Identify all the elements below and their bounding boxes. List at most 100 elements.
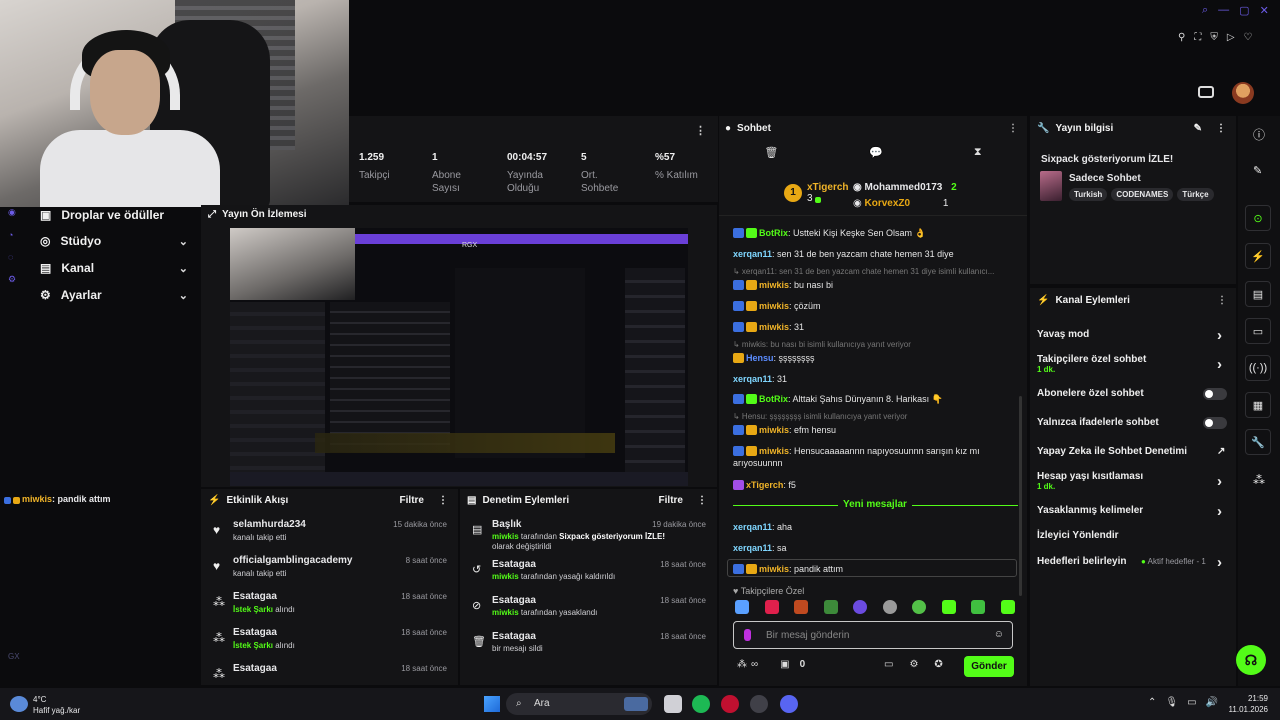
avatar[interactable]: [1232, 82, 1254, 104]
start-icon[interactable]: [484, 696, 500, 712]
chat-username[interactable]: miwkis: [759, 280, 789, 290]
rail-mod-icon[interactable]: ⊙: [1245, 205, 1271, 231]
rail-bolt-icon[interactable]: ⚡: [1245, 243, 1271, 269]
nav-settings[interactable]: ⚙ Ayarlar ⌄: [40, 288, 188, 302]
chat-message[interactable]: xerqan11: 31: [733, 373, 1018, 385]
rail-more-icon[interactable]: ⁂: [1253, 473, 1265, 487]
channel-action-item[interactable]: Yavaş mod ›: [1037, 327, 1227, 344]
activity-item[interactable]: ⁂ Esatagaa 18 saat önce: [201, 663, 458, 685]
chevron-up-icon[interactable]: ⌃: [1148, 697, 1156, 708]
channel-action-item[interactable]: Abonelere özel sohbet: [1037, 388, 1227, 400]
search-icon[interactable]: ⌕: [1202, 4, 1208, 17]
chat-username[interactable]: BotRix: [759, 228, 788, 238]
activity-menu-icon[interactable]: ⋮: [438, 495, 448, 506]
chat-message[interactable]: xerqan11: aha: [733, 521, 1018, 533]
category-thumbnail[interactable]: [1040, 171, 1062, 201]
channel-action-item[interactable]: Hesap yaşı kısıtlaması 1 dk. ›: [1037, 471, 1227, 491]
stats-menu-icon[interactable]: ⋮: [695, 124, 706, 137]
chat-scrollbar[interactable]: [1019, 396, 1022, 596]
chat-username[interactable]: BotRix: [759, 394, 788, 404]
chat-message[interactable]: BotRix: Ustteki Kişi Keşke Sen Olsam 👌: [733, 227, 1018, 239]
emote-icon[interactable]: [971, 600, 986, 614]
badge-icon[interactable]: ✪: [934, 659, 942, 670]
chat-username[interactable]: miwkis: [759, 301, 789, 311]
rail-icon[interactable]: ⚙: [8, 274, 16, 285]
kick-points-icon[interactable]: ⁂: [737, 659, 747, 670]
chat-username[interactable]: xerqan11: [733, 522, 772, 532]
chat-message[interactable]: miwkis: çözüm: [733, 300, 1018, 312]
chat-message[interactable]: xTigerch: f5: [733, 479, 1018, 491]
activity-item[interactable]: ⁂ Esatagaa 18 saat önce İstek Şarkı alındı: [201, 627, 458, 661]
rail-wrench-icon[interactable]: 🔧: [1245, 429, 1271, 455]
activity-item[interactable]: ♥ selamhurda234 15 dakika önce kanalı takip…: [201, 519, 458, 553]
emote-icon[interactable]: [764, 600, 779, 614]
emote-icon[interactable]: [794, 600, 809, 614]
toggle-switch[interactable]: [1203, 388, 1227, 400]
chat-menu-icon[interactable]: ⋮: [1008, 123, 1018, 134]
channel-action-item[interactable]: Hedefleri belirleyin ● Aktif hedefler - 1…: [1037, 554, 1227, 571]
tag-chip[interactable]: Turkish: [1069, 188, 1108, 201]
discord-icon[interactable]: [780, 695, 798, 713]
emote-icon[interactable]: [823, 600, 838, 614]
activity-filter-button[interactable]: Filtre: [400, 495, 424, 506]
message-icon[interactable]: 💬: [869, 146, 883, 168]
clock[interactable]: 21:59 11.01.2026: [1226, 693, 1268, 715]
chat-username[interactable]: miwkis: [759, 425, 789, 435]
moderation-item[interactable]: 🗑 Esatagaa 18 saat önce bir mesajı sildi: [460, 631, 717, 665]
moderation-item[interactable]: ⊘ Esatagaa 18 saat önce miwkis tarafından y…: [460, 595, 717, 629]
maximize-icon[interactable]: ▢: [1239, 4, 1249, 17]
shield-icon[interactable]: ⛨: [1210, 32, 1218, 43]
emote-icon[interactable]: [941, 600, 956, 614]
chat-message[interactable]: Hensu: şşşşşşşş: [733, 352, 1018, 364]
weather[interactable]: 4°C Hafif yağ./kar: [33, 694, 80, 716]
mod-mode-icon[interactable]: [1198, 86, 1214, 98]
hourglass-icon[interactable]: ⧗: [974, 146, 982, 168]
chat-message[interactable]: miwkis: bu nası bi: [733, 279, 1018, 291]
chat-input[interactable]: Bir mesaj gönderin ☺: [733, 621, 1013, 649]
moderation-item[interactable]: ▤ Başlık 19 dakika önce miwkis tarafından S…: [460, 519, 717, 553]
network-icon[interactable]: ▭: [1187, 697, 1196, 708]
chat-username[interactable]: miwkis: [759, 446, 789, 456]
moderation-filter-button[interactable]: Filtre: [659, 495, 683, 506]
toggle-switch[interactable]: [1203, 417, 1227, 429]
rail-icon[interactable]: ◉: [8, 207, 16, 218]
moderation-menu-icon[interactable]: ⋮: [697, 495, 707, 506]
channel-action-item[interactable]: Yapay Zeka ile Sohbet Denetimi ↗: [1037, 446, 1227, 457]
pin-icon[interactable]: ⚲: [1178, 32, 1185, 43]
crop-icon[interactable]: ⛶: [1194, 32, 1201, 43]
activity-item[interactable]: ♥ officialgamblingacademy 8 saat önce kanal…: [201, 555, 458, 589]
minimize-icon[interactable]: —: [1218, 4, 1229, 17]
chat-username[interactable]: Hensu: [746, 353, 774, 363]
chat-username[interactable]: xerqan11: [733, 249, 772, 259]
edit-icon[interactable]: ✎: [1194, 123, 1202, 134]
stream-info-menu-icon[interactable]: ⋮: [1216, 123, 1226, 134]
send-button[interactable]: Gönder: [964, 656, 1014, 677]
chat-username[interactable]: miwkis: [759, 322, 789, 332]
rail-doc-icon[interactable]: ▤: [1245, 281, 1271, 307]
chat-message[interactable]: miwkis: 31: [733, 321, 1018, 333]
chat-message[interactable]: xerqan11: sen 31 de ben yazcam chate hem…: [733, 248, 1018, 260]
gift-icon[interactable]: ▣: [780, 659, 789, 670]
channel-action-item[interactable]: Yasaklanmış kelimeler ›: [1037, 503, 1227, 520]
moderation-item[interactable]: ↺ Esatagaa 18 saat önce miwkis tarafından y…: [460, 559, 717, 593]
emote-icon[interactable]: [1000, 600, 1015, 614]
support-icon[interactable]: ☊: [1236, 645, 1266, 675]
play-icon[interactable]: ▷: [1227, 32, 1235, 43]
close-icon[interactable]: ✕: [1260, 4, 1269, 17]
tag-chip[interactable]: Türkçe: [1177, 188, 1214, 201]
opera-icon[interactable]: [721, 695, 739, 713]
file-explorer-icon[interactable]: [664, 695, 682, 713]
channel-action-item[interactable]: İzleyici Yönlendir: [1037, 530, 1227, 541]
message-icon[interactable]: ▭: [884, 659, 893, 670]
nav-studio[interactable]: ◎ Stüdyo ⌄: [40, 234, 188, 248]
rail-icon[interactable]: ◌: [8, 252, 16, 262]
emote-icon[interactable]: [735, 600, 749, 614]
chat-username[interactable]: xerqan11: [733, 543, 772, 553]
nav-channel[interactable]: ▤ Kanal ⌄: [40, 261, 188, 275]
chat-username[interactable]: xerqan11: [733, 374, 772, 384]
heart-icon[interactable]: ♡: [1244, 32, 1253, 43]
trash-icon[interactable]: 🗑: [764, 146, 778, 168]
emote-icon[interactable]: [882, 600, 897, 614]
activity-item[interactable]: ⁂ Esatagaa 18 saat önce İstek Şarkı alındı: [201, 591, 458, 625]
chat-message[interactable]: miwkis: Hensucaaaaannn napıyosuunnn sarı…: [733, 445, 1018, 469]
